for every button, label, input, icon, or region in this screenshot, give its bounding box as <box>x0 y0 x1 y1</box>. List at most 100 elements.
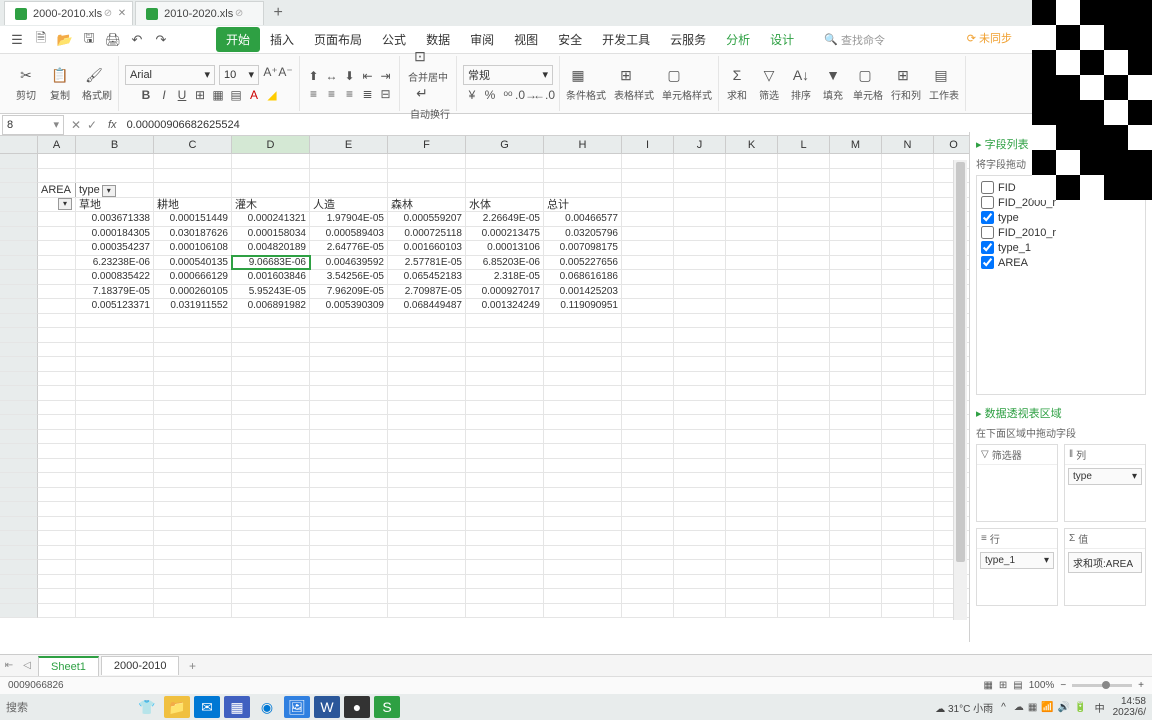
cell[interactable] <box>232 415 310 429</box>
cell[interactable] <box>154 343 232 357</box>
cell[interactable] <box>882 328 934 342</box>
cell[interactable] <box>726 343 778 357</box>
cell[interactable] <box>310 415 388 429</box>
cell[interactable]: 0.000241321 <box>232 212 310 226</box>
column-area[interactable]: ‖列 type▾ <box>1064 444 1146 522</box>
cell[interactable] <box>388 154 466 168</box>
cell[interactable]: 0.000559207 <box>388 212 466 226</box>
cell[interactable] <box>388 517 466 531</box>
cell[interactable] <box>726 415 778 429</box>
cell[interactable] <box>466 328 544 342</box>
confirm-formula-icon[interactable]: ✓ <box>87 118 97 132</box>
scrollbar-thumb[interactable] <box>956 162 965 562</box>
cell-style-icon[interactable]: ▢ <box>662 65 686 85</box>
tab-dev[interactable]: 开发工具 <box>592 27 660 52</box>
increase-font-icon[interactable]: A⁺ <box>263 65 278 80</box>
cell[interactable] <box>830 256 882 270</box>
cell[interactable] <box>882 589 934 603</box>
cell[interactable] <box>830 314 882 328</box>
cell[interactable]: 0.000666129 <box>154 270 232 284</box>
cell[interactable] <box>726 589 778 603</box>
cell[interactable] <box>544 154 622 168</box>
cell[interactable]: 0.030187626 <box>154 227 232 241</box>
cell[interactable] <box>232 502 310 516</box>
cell[interactable] <box>232 560 310 574</box>
align-top-icon[interactable]: ⬆ <box>306 69 321 84</box>
battery-icon[interactable]: 🔋 <box>1074 702 1086 713</box>
cell[interactable] <box>830 343 882 357</box>
row-header[interactable] <box>0 401 38 416</box>
tray-chevron-icon[interactable]: ^ <box>1001 702 1006 713</box>
cell[interactable] <box>778 212 830 226</box>
app-icon-1[interactable]: 👕 <box>134 696 160 718</box>
cell[interactable] <box>38 285 76 299</box>
sheet-nav-prev[interactable]: ◁ <box>18 660 36 671</box>
cell[interactable]: 0.065452183 <box>388 270 466 284</box>
cell[interactable] <box>38 517 76 531</box>
cell[interactable]: 0.004820189 <box>232 241 310 255</box>
cell[interactable] <box>388 444 466 458</box>
cell[interactable] <box>232 604 310 618</box>
cell[interactable] <box>830 328 882 342</box>
cell[interactable] <box>388 546 466 560</box>
cell[interactable] <box>76 604 154 618</box>
cell[interactable] <box>830 198 882 212</box>
cell[interactable] <box>38 560 76 574</box>
cell[interactable] <box>882 285 934 299</box>
cell[interactable] <box>388 560 466 574</box>
cell[interactable] <box>726 604 778 618</box>
cell[interactable] <box>830 212 882 226</box>
merge-icon[interactable]: ⊡ <box>408 47 432 67</box>
cell[interactable] <box>778 517 830 531</box>
cell[interactable] <box>622 401 674 415</box>
cell[interactable] <box>622 314 674 328</box>
cell[interactable] <box>76 560 154 574</box>
tray-icon-2[interactable]: ▦ <box>1028 702 1037 713</box>
cell[interactable] <box>388 372 466 386</box>
cell[interactable] <box>544 589 622 603</box>
inc-decimal-icon[interactable]: .0→ <box>519 88 534 103</box>
new-icon[interactable]: 🗎 <box>32 31 50 49</box>
formula-input[interactable]: 0.00000906682625524 <box>121 119 1152 131</box>
cell[interactable] <box>778 488 830 502</box>
cell[interactable]: 森林 <box>388 198 466 212</box>
zoom-out-icon[interactable]: − <box>1060 680 1066 691</box>
cell[interactable] <box>726 270 778 284</box>
cell[interactable] <box>38 328 76 342</box>
vertical-scrollbar[interactable] <box>953 160 967 620</box>
row-header[interactable] <box>0 299 38 314</box>
cut-icon[interactable]: ✂ <box>14 65 38 85</box>
filter-area[interactable]: ▽筛选器 <box>976 444 1058 522</box>
value-area[interactable]: Σ值 求和项:AREA <box>1064 528 1146 606</box>
cell[interactable] <box>154 328 232 342</box>
fill-icon[interactable]: ▼ <box>821 65 845 85</box>
cell[interactable] <box>674 401 726 415</box>
cell[interactable] <box>154 183 232 197</box>
cell[interactable] <box>830 502 882 516</box>
row-header[interactable] <box>0 488 38 503</box>
cell[interactable] <box>466 502 544 516</box>
cell[interactable]: 0.001603846 <box>232 270 310 284</box>
cell[interactable] <box>232 459 310 473</box>
select-all-corner[interactable] <box>0 136 38 153</box>
row-header[interactable] <box>0 270 38 285</box>
row-header[interactable] <box>0 241 38 256</box>
row-header[interactable] <box>0 169 38 184</box>
cell[interactable] <box>830 386 882 400</box>
zoom-value[interactable]: 100% <box>1029 680 1055 691</box>
cell[interactable]: 总计 <box>544 198 622 212</box>
cell[interactable] <box>466 372 544 386</box>
cell[interactable] <box>232 343 310 357</box>
cell[interactable] <box>830 444 882 458</box>
cell[interactable] <box>38 372 76 386</box>
clock-time[interactable]: 14:58 <box>1113 696 1146 707</box>
cell[interactable] <box>726 502 778 516</box>
cell[interactable] <box>38 459 76 473</box>
cell[interactable] <box>622 546 674 560</box>
cell[interactable] <box>778 459 830 473</box>
sum-icon[interactable]: Σ <box>725 65 749 85</box>
col-header-H[interactable]: H <box>544 136 622 153</box>
cell[interactable] <box>674 328 726 342</box>
cell[interactable]: 耕地 <box>154 198 232 212</box>
close-icon[interactable]: ✕ <box>118 8 126 19</box>
